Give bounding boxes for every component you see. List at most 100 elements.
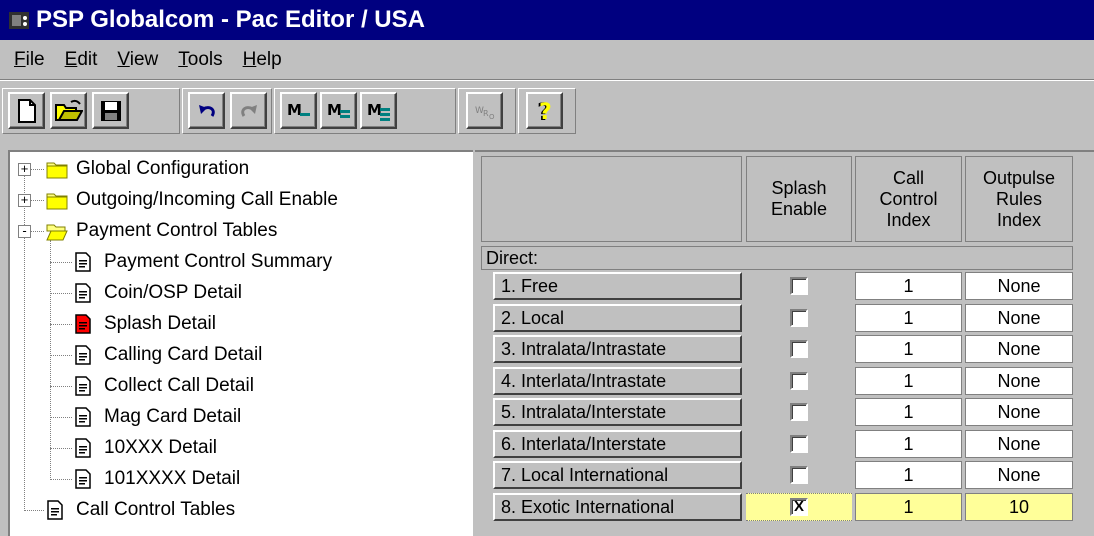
folder-open-icon (46, 221, 68, 241)
tree-item[interactable]: Coin/OSP Detail (74, 278, 242, 308)
call-control-index-cell[interactable]: 1 (855, 303, 962, 332)
splash-enable-cell (746, 367, 852, 395)
splash-enable-cell (746, 304, 852, 332)
splash-enable-checkbox[interactable]: X (790, 497, 808, 516)
splash-enable-checkbox[interactable] (790, 371, 808, 390)
tree-item[interactable]: Mag Card Detail (74, 402, 241, 432)
wro-button[interactable]: WRO (466, 92, 503, 129)
call-control-index-cell[interactable]: 1 (855, 429, 962, 458)
call-control-index-cell[interactable]: 1 (855, 272, 962, 300)
outpulse-rules-index-cell[interactable]: None (965, 272, 1073, 300)
svg-text:O: O (489, 113, 495, 121)
call-control-index-cell[interactable]: 1 (855, 461, 962, 489)
splash-enable-cell (746, 335, 852, 363)
tree-item-label: Global Configuration (76, 158, 250, 179)
outpulse-rules-index-cell[interactable]: None (965, 398, 1073, 426)
collapse-icon[interactable]: - (18, 224, 31, 238)
tree-item[interactable]: 10XXX Detail (74, 433, 217, 463)
call-control-index-cell[interactable]: 1 (855, 366, 962, 395)
menu-view[interactable]: View (107, 49, 168, 71)
undo-icon (196, 102, 218, 120)
document-icon (74, 407, 96, 427)
call-control-index-cell[interactable]: 1 (855, 398, 962, 426)
macro-2-button[interactable]: M (320, 92, 357, 129)
splash-enable-checkbox[interactable] (790, 403, 808, 421)
expand-icon[interactable]: + (18, 193, 31, 207)
folder-icon (46, 159, 68, 179)
redo-button[interactable] (230, 92, 267, 129)
splash-enable-cell: X (746, 492, 852, 521)
tree-item-label: Coin/OSP Detail (104, 282, 242, 303)
row-label[interactable]: 1. Free (493, 272, 742, 300)
menu-help[interactable]: Help (233, 49, 292, 71)
save-button[interactable] (92, 92, 129, 129)
open-folder-icon (54, 99, 83, 123)
toolbar: M M M WRO ?? (0, 82, 1094, 150)
new-button[interactable] (8, 92, 45, 129)
row-label[interactable]: 4. Interlata/Intrastate (493, 366, 742, 395)
outpulse-rules-index-cell[interactable]: None (965, 303, 1073, 332)
tree-item[interactable]: Payment Control Summary (74, 247, 332, 277)
document-icon (74, 438, 96, 458)
tree-item-label: Payment Control Summary (104, 251, 333, 272)
macro-3-button[interactable]: M (360, 92, 397, 129)
document-icon (46, 500, 68, 520)
tree-item[interactable]: Outgoing/Incoming Call Enable (46, 185, 338, 215)
tree-connector (50, 355, 72, 356)
row-label[interactable]: 7. Local International (493, 461, 742, 489)
tree-connector (24, 510, 44, 511)
menu-bar: File Edit View Tools Help (0, 40, 1094, 80)
tree-item-label: Outgoing/Incoming Call Enable (76, 189, 338, 210)
tree-item[interactable]: 101XXXX Detail (74, 464, 240, 494)
row-label[interactable]: 3. Intralata/Intrastate (493, 335, 742, 363)
tree-item[interactable]: Global Configuration (46, 154, 249, 184)
undo-button[interactable] (188, 92, 225, 129)
window-title: PSP Globalcom - Pac Editor / USA (36, 6, 425, 33)
menu-edit[interactable]: Edit (55, 49, 108, 71)
tree-item[interactable]: Splash Detail (74, 309, 216, 339)
splash-enable-checkbox[interactable] (790, 277, 808, 295)
call-control-index-cell[interactable]: 1 (855, 335, 962, 363)
macro-1-icon: M (286, 99, 312, 123)
call-control-index-cell[interactable]: 1 (855, 492, 962, 521)
tree-item[interactable]: Call Control Tables (46, 495, 235, 525)
splash-enable-cell (746, 430, 852, 458)
tree-connector (50, 262, 72, 263)
tree-connector (50, 240, 51, 478)
row-label[interactable]: 8. Exotic International (493, 492, 742, 521)
outpulse-rules-index-cell[interactable]: 10 (965, 492, 1073, 521)
outpulse-rules-index-cell[interactable]: None (965, 335, 1073, 363)
menu-tools[interactable]: Tools (168, 49, 232, 71)
expand-icon[interactable]: + (18, 162, 31, 176)
document-icon (74, 252, 96, 272)
tree-connector (50, 293, 72, 294)
tree-item[interactable]: Calling Card Detail (74, 340, 262, 370)
document-icon (74, 283, 96, 303)
tree-item[interactable]: Collect Call Detail (74, 371, 254, 401)
navigation-tree[interactable]: Global Configuration + Outgoing/Incoming C… (8, 150, 473, 536)
splash-enable-checkbox[interactable] (790, 466, 808, 484)
splash-enable-checkbox[interactable] (790, 434, 808, 453)
document-red-icon (74, 314, 96, 334)
tree-item[interactable]: Payment Control Tables (46, 216, 277, 246)
splash-enable-checkbox[interactable] (790, 340, 808, 358)
macro-2-icon: M (326, 99, 352, 123)
outpulse-rules-index-cell[interactable]: None (965, 461, 1073, 489)
help-button[interactable]: ?? (526, 92, 563, 129)
macro-1-button[interactable]: M (280, 92, 317, 129)
save-disk-icon (100, 100, 122, 122)
row-label[interactable]: 6. Interlata/Interstate (493, 429, 742, 458)
folder-icon (46, 190, 68, 210)
tree-connector (50, 386, 72, 387)
menu-file[interactable]: File (4, 49, 55, 71)
document-icon (74, 345, 96, 365)
splash-enable-checkbox[interactable] (790, 308, 808, 327)
outpulse-rules-index-cell[interactable]: None (965, 366, 1073, 395)
section-label-direct: Direct: (481, 246, 1073, 270)
column-header-call-control-index: Call Control Index (855, 156, 962, 242)
svg-text:?: ? (539, 100, 552, 124)
row-label[interactable]: 2. Local (493, 303, 742, 332)
outpulse-rules-index-cell[interactable]: None (965, 429, 1073, 458)
open-button[interactable] (50, 92, 87, 129)
row-label[interactable]: 5. Intralata/Interstate (493, 398, 742, 426)
